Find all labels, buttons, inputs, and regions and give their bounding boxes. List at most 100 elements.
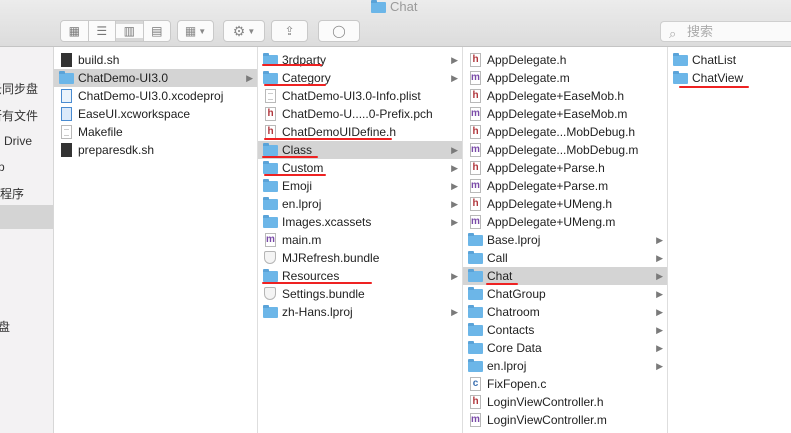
folder-icon — [263, 143, 279, 157]
item-label: build.sh — [78, 53, 120, 67]
gallery-view-button[interactable]: ▤ — [143, 21, 170, 41]
item-label: LoginViewController.h — [487, 395, 604, 409]
folder-icon — [263, 269, 279, 283]
column-view-button[interactable]: ▥ — [116, 21, 144, 41]
list-item[interactable]: m AppDelegate+UMeng.m — [463, 213, 667, 231]
chevron-right-icon: ▶ — [656, 235, 663, 245]
icon-view-button[interactable]: ▦ — [61, 21, 89, 41]
item-label: Chatroom — [487, 305, 540, 319]
header-file-icon: h — [468, 197, 484, 211]
list-item[interactable]: Core Data ▶ — [463, 339, 667, 357]
list-item[interactable]: ChatView — [668, 69, 791, 87]
list-item[interactable]: ChatList — [668, 51, 791, 69]
chevron-right-icon: ▶ — [451, 73, 458, 83]
item-label: ChatDemo-UI3.0-Info.plist — [282, 89, 421, 103]
annotation-underline — [264, 84, 326, 86]
list-item[interactable]: h AppDelegate...MobDebug.h — [463, 123, 667, 141]
sidebar-item-sync[interactable]: 云同步盘 — [0, 80, 38, 97]
chevron-down-icon: ▼ — [198, 26, 207, 36]
list-item[interactable]: en.lproj ▶ — [258, 195, 462, 213]
browser-column-2: 3rdparty ▶ Category ▶ ChatDemo-UI3.0-Info.… — [258, 47, 463, 433]
sidebar-item-programs[interactable]: 程序 — [0, 185, 24, 202]
list-item[interactable]: ChatDemo-UI3.0-Info.plist — [258, 87, 462, 105]
tags-button[interactable]: ◯ — [318, 20, 360, 42]
folder-icon — [263, 161, 279, 175]
list-item[interactable]: h AppDelegate.h — [463, 51, 667, 69]
list-item[interactable]: h AppDelegate+UMeng.h — [463, 195, 667, 213]
chevron-right-icon: ▶ — [656, 271, 663, 281]
item-label: zh-Hans.lproj — [282, 305, 353, 319]
search-icon: ⌕ — [669, 26, 677, 41]
list-item[interactable]: ChatGroup ▶ — [463, 285, 667, 303]
chevron-right-icon: ▶ — [656, 289, 663, 299]
item-label: Core Data — [487, 341, 542, 355]
list-item[interactable]: Makefile — [54, 123, 257, 141]
chevron-right-icon: ▶ — [656, 253, 663, 263]
list-item[interactable]: Settings.bundle — [258, 285, 462, 303]
list-item[interactable]: ChatDemo-UI3.0 ▶ — [54, 69, 257, 87]
view-mode-segmented-control[interactable]: ▦ ☰ ▥ ▤ — [60, 20, 171, 42]
list-item[interactable]: m AppDelegate+EaseMob.m — [463, 105, 667, 123]
list-item[interactable]: h ChatDemo-U.....0-Prefix.pch — [258, 105, 462, 123]
sidebar-item-disk[interactable]: 盘 — [0, 318, 10, 335]
item-label: ChatList — [692, 53, 737, 67]
list-icon: ☰ — [88, 24, 115, 38]
item-label: AppDelegate...MobDebug.m — [487, 143, 639, 157]
chevron-right-icon: ▶ — [451, 271, 458, 281]
annotation-underline — [262, 64, 322, 66]
sidebar-item-all-files[interactable]: 所有文件 — [0, 107, 38, 124]
source-file-icon: m — [470, 107, 481, 121]
list-item[interactable]: Chatroom ▶ — [463, 303, 667, 321]
sidebar-item-app[interactable]: p — [0, 160, 5, 174]
item-label: ChatDemo-UI3.0 — [78, 71, 169, 85]
chevron-right-icon: ▶ — [656, 361, 663, 371]
list-item[interactable]: Contacts ▶ — [463, 321, 667, 339]
header-file-icon: h — [468, 53, 484, 67]
list-item[interactable]: m AppDelegate...MobDebug.m — [463, 141, 667, 159]
source-file-icon: m — [470, 179, 481, 193]
list-item[interactable]: 3rdparty ▶ — [258, 51, 462, 69]
sidebar-item-drive[interactable]: Drive — [4, 134, 32, 148]
list-item[interactable]: h LoginViewController.h — [463, 393, 667, 411]
plist-icon — [263, 89, 279, 103]
list-item[interactable]: MJRefresh.bundle — [258, 249, 462, 267]
list-item[interactable]: c FixFopen.c — [463, 375, 667, 393]
list-item[interactable]: ChatDemo-UI3.0.xcodeproj — [54, 87, 257, 105]
share-button[interactable]: ⇪ — [271, 20, 308, 42]
list-item[interactable]: m AppDelegate.m — [463, 69, 667, 87]
list-item[interactable]: build.sh — [54, 51, 257, 69]
arrange-button[interactable]: ▦ ▼ — [177, 20, 214, 42]
action-button[interactable]: ⚙ ▼ — [223, 20, 265, 42]
list-item[interactable]: h AppDelegate+Parse.h — [463, 159, 667, 177]
list-item[interactable]: Base.lproj ▶ — [463, 231, 667, 249]
list-item[interactable]: EaseUI.xcworkspace — [54, 105, 257, 123]
chevron-right-icon: ▶ — [451, 307, 458, 317]
list-item[interactable]: Emoji ▶ — [258, 177, 462, 195]
list-item[interactable]: m main.m — [258, 231, 462, 249]
list-view-button[interactable]: ☰ — [88, 21, 116, 41]
item-label: AppDelegate+UMeng.m — [487, 215, 616, 229]
list-item[interactable]: en.lproj ▶ — [463, 357, 667, 375]
search-field[interactable]: ⌕ 搜索 — [660, 21, 791, 42]
item-label: ChatDemo-UI3.0.xcodeproj — [78, 89, 224, 103]
annotation-underline — [264, 174, 326, 176]
list-item[interactable]: m LoginViewController.m — [463, 411, 667, 429]
annotation-underline — [264, 138, 392, 140]
item-label: 3rdparty — [282, 53, 327, 67]
chevron-right-icon: ▶ — [246, 73, 253, 83]
arrange-icon: ▦ — [184, 24, 197, 38]
sidebar: 云同步盘 所有文件 Drive p 程序 盘 — [0, 47, 54, 433]
header-file-icon: h — [468, 89, 484, 103]
list-item[interactable]: Images.xcassets ▶ — [258, 213, 462, 231]
chevron-right-icon: ▶ — [451, 217, 458, 227]
header-file-icon: h — [263, 125, 279, 139]
list-item[interactable]: zh-Hans.lproj ▶ — [258, 303, 462, 321]
script-icon — [59, 53, 75, 67]
folder-icon — [263, 197, 279, 211]
list-item[interactable]: preparesdk.sh — [54, 141, 257, 159]
list-item[interactable]: Call ▶ — [463, 249, 667, 267]
list-item[interactable]: m AppDelegate+Parse.m — [463, 177, 667, 195]
chevron-right-icon: ▶ — [451, 55, 458, 65]
list-item[interactable]: h AppDelegate+EaseMob.h — [463, 87, 667, 105]
grid-icon: ▦ — [61, 24, 88, 38]
